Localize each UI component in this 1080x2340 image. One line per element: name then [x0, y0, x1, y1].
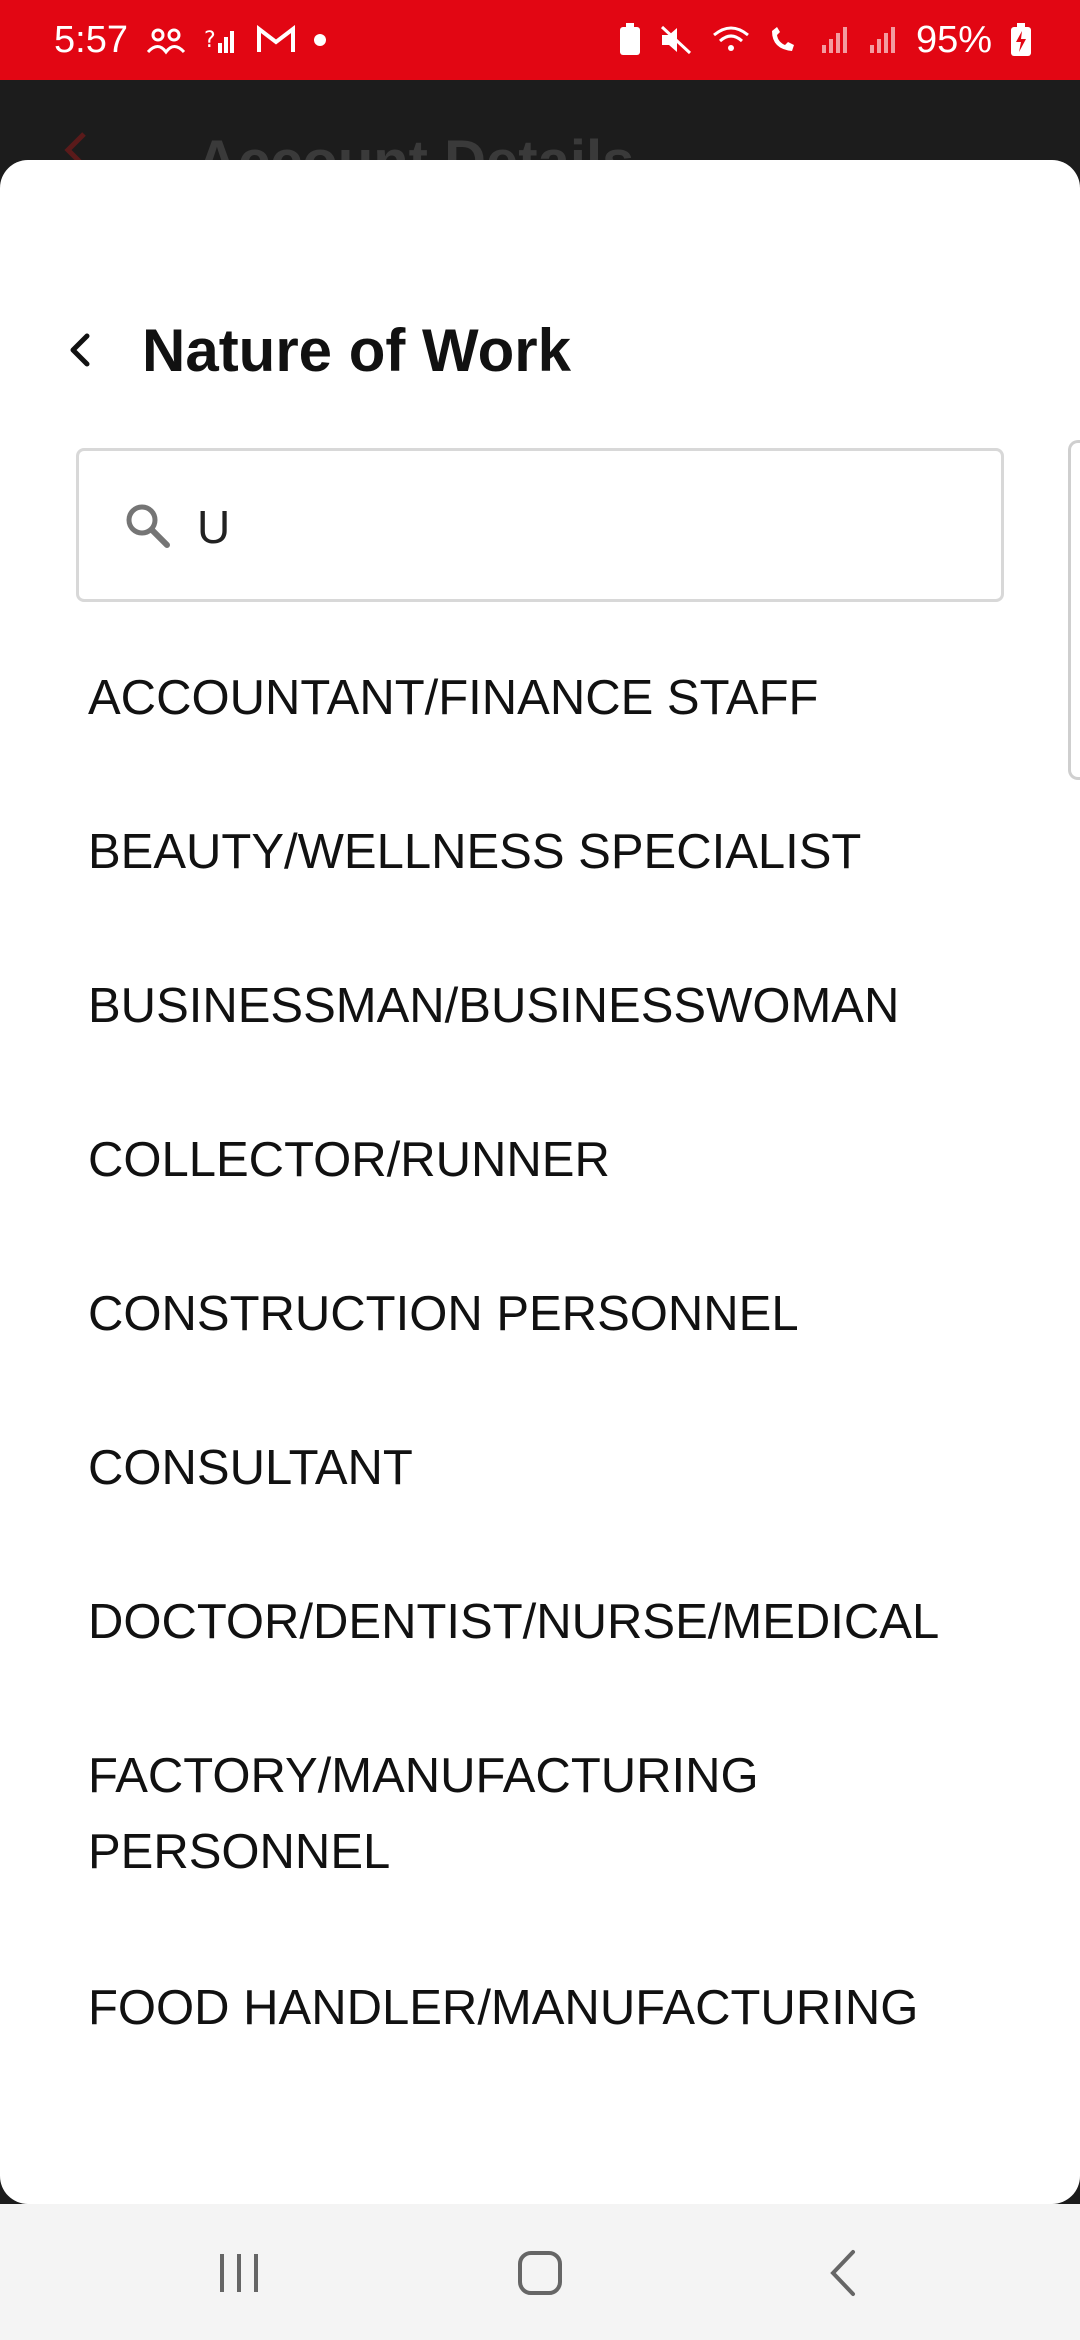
recents-button[interactable]	[194, 2238, 284, 2308]
svg-text:?: ?	[204, 28, 216, 53]
gmail-icon	[256, 25, 296, 55]
scroll-indicator[interactable]	[1068, 440, 1080, 780]
home-icon	[518, 2251, 562, 2295]
people-icon	[146, 25, 186, 55]
no-signal-icon: ?	[204, 25, 238, 55]
list-item[interactable]: CONSULTANT	[88, 1430, 988, 1506]
wifi-icon	[712, 25, 750, 55]
list-item[interactable]: FOOD HANDLER/MANUFACTURING	[88, 1970, 988, 2046]
back-button[interactable]	[56, 322, 104, 378]
list-item[interactable]: BUSINESSMAN/BUSINESSWOMAN	[88, 968, 988, 1044]
battery-charging-icon	[1010, 23, 1032, 57]
search-box[interactable]	[76, 448, 1004, 602]
battery-percent: 95%	[915, 18, 992, 61]
search-icon	[123, 501, 173, 556]
signal-icon-2	[868, 25, 898, 55]
status-bar: 5:57 ? 95%	[0, 0, 1080, 80]
background-app-header: Account Details	[0, 80, 1080, 170]
back-icon	[830, 2250, 855, 2296]
system-back-button[interactable]	[798, 2238, 888, 2308]
list-item[interactable]: DOCTOR/DENTIST/NURSE/MEDICAL	[88, 1584, 988, 1660]
status-bar-right: 95%	[618, 19, 1032, 62]
battery-saver-icon	[618, 23, 642, 57]
list-item[interactable]: BEAUTY/WELLNESS SPECIALIST	[88, 814, 988, 890]
sheet-header: Nature of Work	[0, 300, 1080, 400]
system-navigation-bar	[0, 2204, 1080, 2340]
status-time: 5:57	[54, 18, 128, 61]
search-input[interactable]	[195, 481, 979, 573]
nature-of-work-sheet: Nature of Work ACCOUNTANT/FINANCE STAFF …	[0, 160, 1080, 2204]
mute-icon	[660, 25, 694, 55]
recents-icon	[220, 2254, 258, 2292]
list-item[interactable]: CONSTRUCTION PERSONNEL	[88, 1276, 988, 1352]
signal-icon	[820, 25, 850, 55]
status-bar-left: 5:57 ?	[54, 19, 326, 62]
chevron-left-icon	[70, 333, 90, 367]
notification-dot-icon	[313, 34, 326, 46]
home-button[interactable]	[495, 2238, 585, 2308]
wifi-call-icon	[768, 25, 802, 55]
list-item[interactable]: ACCOUNTANT/FINANCE STAFF	[88, 660, 988, 736]
list-item[interactable]: COLLECTOR/RUNNER	[88, 1122, 988, 1198]
list-item[interactable]: FACTORY/MANUFACTURING PERSONNEL	[88, 1738, 988, 1890]
sheet-title: Nature of Work	[142, 317, 571, 384]
